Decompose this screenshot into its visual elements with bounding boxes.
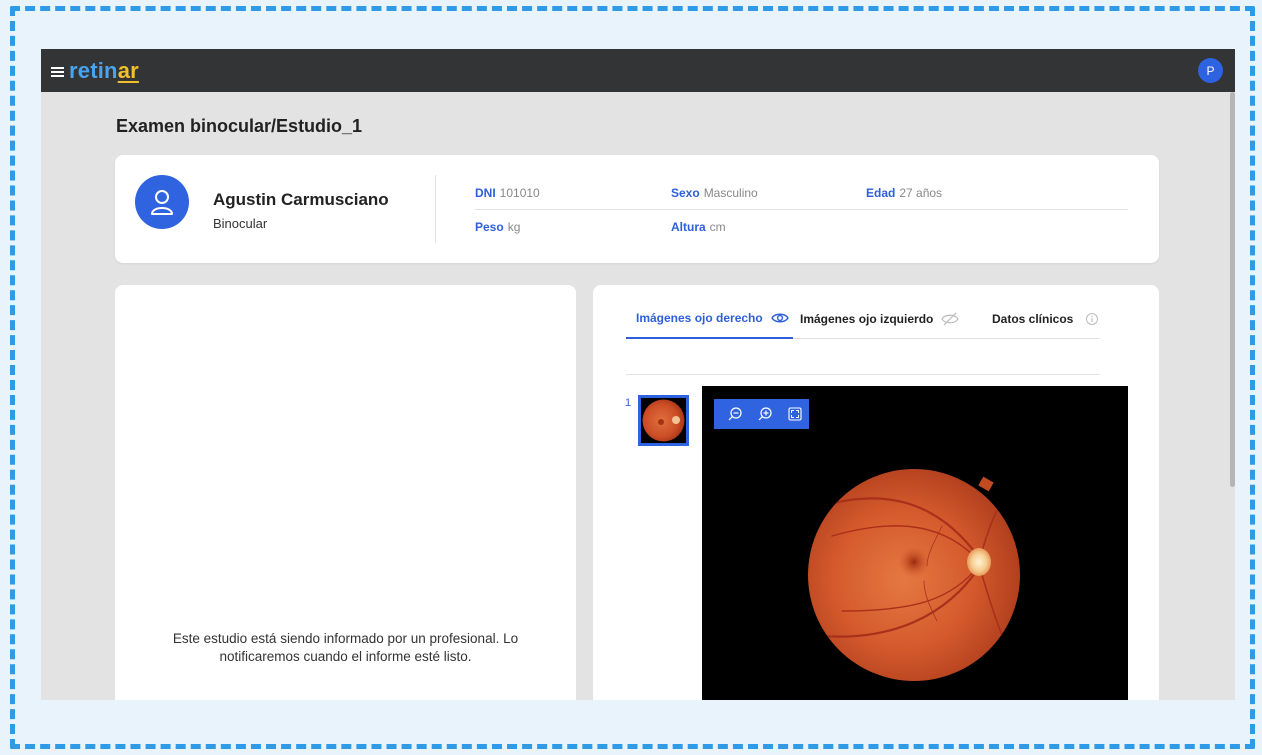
- edad-label: Edad: [866, 186, 896, 200]
- patient-name: Agustin Carmusciano: [213, 190, 389, 209]
- eye-off-icon: [941, 312, 960, 326]
- tab-left-eye-images[interactable]: Imágenes ojo izquierdo: [800, 299, 960, 339]
- altura-field: Altura cm: [671, 220, 726, 234]
- tab-bar: Imágenes ojo derecho Imágenes ojo izquie…: [626, 299, 1099, 339]
- tab-label: Imágenes ojo izquierdo: [800, 312, 934, 326]
- fullscreen-icon[interactable]: [786, 405, 804, 423]
- edad-value: 27 años: [899, 186, 943, 200]
- sexo-field: Sexo Masculino: [671, 186, 758, 200]
- user-avatar[interactable]: P: [1198, 58, 1223, 83]
- thumbnail-index: 1: [625, 397, 632, 409]
- altura-value: cm: [709, 220, 726, 234]
- scrollbar[interactable]: [1230, 92, 1235, 487]
- hamburger-menu-icon[interactable]: [51, 65, 65, 77]
- image-viewer[interactable]: [702, 386, 1128, 700]
- patient-card: Agustin Carmusciano Binocular DNI 101010 …: [115, 155, 1159, 263]
- logo[interactable]: retinar: [69, 58, 139, 84]
- patient-type: Binocular: [213, 216, 268, 231]
- peso-label: Peso: [475, 220, 504, 234]
- horizontal-divider: [475, 209, 1128, 210]
- edad-field: Edad 27 años: [866, 186, 942, 200]
- patient-avatar: [135, 175, 189, 229]
- sexo-label: Sexo: [671, 186, 700, 200]
- top-bar: retinar P: [41, 49, 1235, 92]
- tab-label: Imágenes ojo derecho: [636, 311, 763, 325]
- peso-field: Peso kg: [475, 220, 520, 234]
- logo-main: retin: [69, 57, 118, 83]
- page-title: Examen binocular/Estudio_1: [116, 116, 363, 136]
- altura-label: Altura: [671, 220, 706, 234]
- viewer-toolbar: [714, 399, 809, 429]
- app-window: retinar P Examen binocular/Estudio_1 Agu…: [41, 49, 1235, 700]
- images-panel: Imágenes ojo derecho Imágenes ojo izquie…: [593, 285, 1159, 700]
- image-thumbnail[interactable]: [638, 395, 689, 446]
- zoom-in-icon[interactable]: [756, 405, 774, 423]
- info-icon: [1086, 313, 1099, 325]
- user-icon: [151, 190, 173, 215]
- dni-label: DNI: [475, 186, 496, 200]
- tab-clinical-data[interactable]: Datos clínicos: [992, 299, 1099, 339]
- tab-label: Datos clínicos: [992, 312, 1074, 326]
- logo-accent: ar: [117, 57, 139, 83]
- eye-icon: [770, 313, 789, 323]
- report-status-message: Este estudio está siendo informado por u…: [172, 631, 519, 664]
- sexo-value: Masculino: [703, 186, 758, 200]
- peso-value: kg: [507, 220, 521, 234]
- report-panel: Este estudio está siendo informado por u…: [115, 285, 576, 700]
- retina-thumbnail: [642, 399, 685, 442]
- retina-fundus-image: [808, 469, 1020, 681]
- dni-value: 101010: [499, 186, 540, 200]
- dni-field: DNI 101010: [475, 186, 540, 200]
- section-divider: [626, 374, 1099, 375]
- vertical-divider: [435, 175, 436, 243]
- tab-right-eye-images[interactable]: Imágenes ojo derecho: [626, 299, 793, 339]
- zoom-out-icon[interactable]: [726, 405, 744, 423]
